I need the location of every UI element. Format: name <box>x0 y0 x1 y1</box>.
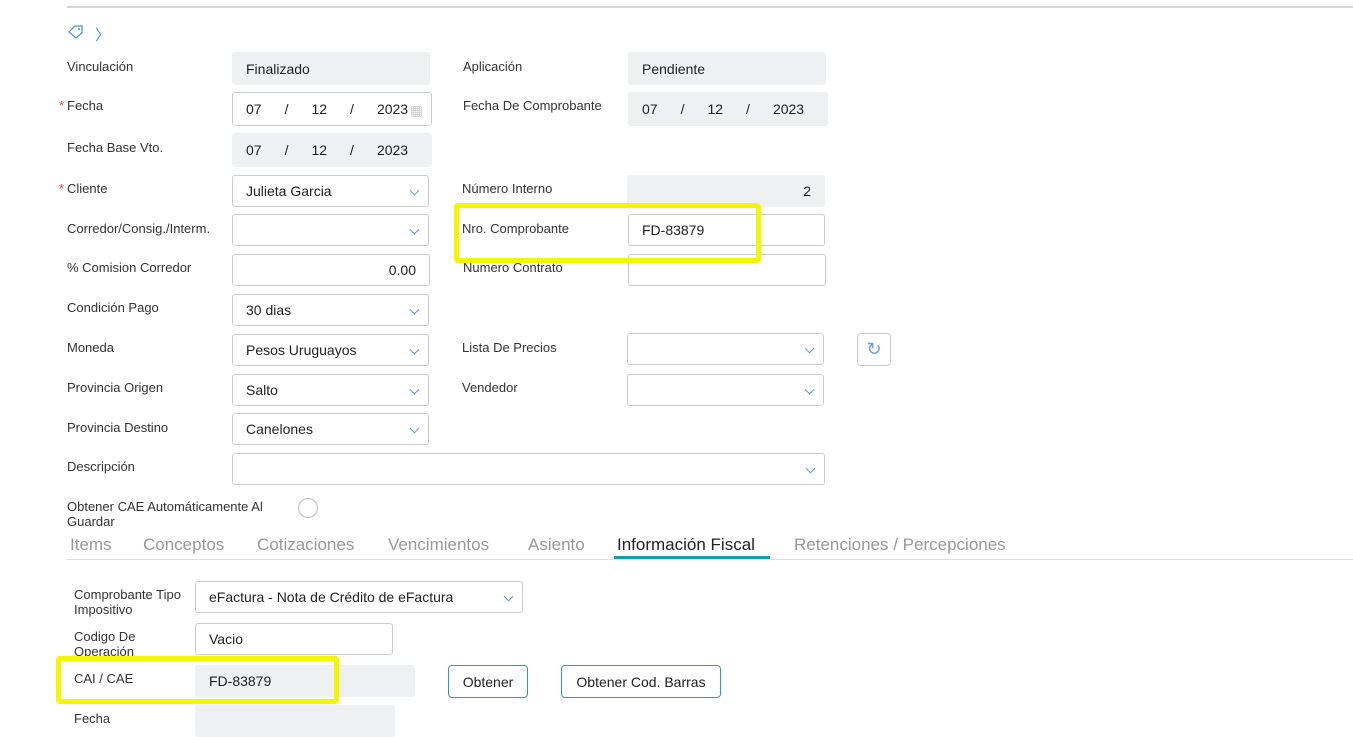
descripcion-label: Descripción <box>67 459 135 474</box>
descripcion-input[interactable] <box>232 453 825 485</box>
month: 12 <box>311 101 328 117</box>
obtener-cae-radio[interactable] <box>298 498 318 518</box>
comision-input[interactable]: 0.00 <box>232 254 430 286</box>
provincia-origen-select[interactable]: Salto <box>232 374 429 406</box>
fecha-fiscal-label: Fecha <box>74 711 111 723</box>
fecha-comprobante-field: 07/12/2023 <box>628 92 828 126</box>
tab-informacion-fiscal[interactable]: Información Fiscal <box>617 535 755 555</box>
provincia-destino-select[interactable]: Canelones <box>232 413 429 445</box>
cliente-select[interactable]: Julieta Garcia <box>232 175 429 207</box>
day: 07 <box>246 101 262 117</box>
corredor-select[interactable] <box>232 214 429 246</box>
tab-items[interactable]: Items <box>70 535 112 555</box>
obtener-button[interactable]: Obtener <box>448 665 528 698</box>
vendedor-label: Vendedor <box>462 380 518 395</box>
condicion-pago-select[interactable]: 30 dias <box>232 294 429 326</box>
tab-cotizaciones[interactable]: Cotizaciones <box>257 535 354 555</box>
comision-label: % Comision Corredor <box>67 260 192 275</box>
tag-icon[interactable] <box>68 25 84 43</box>
obtener-cae-label: Obtener CAE Automáticamente Al Guardar <box>67 499 263 529</box>
corredor-label: Corredor/Consig./Interm. <box>67 221 211 236</box>
fecha-base-field: 07/12/2023 <box>232 133 432 167</box>
fecha-fiscal-field <box>195 705 395 737</box>
highlight-cae <box>56 656 339 704</box>
tabs-divider <box>67 559 1353 560</box>
aplicacion-field: Pendiente <box>628 52 826 85</box>
calendar-icon[interactable]: ▦ <box>410 102 423 119</box>
fecha-input[interactable]: 07/12/2023 ▦ <box>232 92 432 126</box>
lista-precios-select[interactable] <box>627 333 824 365</box>
moneda-label: Moneda <box>67 340 114 355</box>
tipo-impositivo-select[interactable]: eFactura - Nota de Crédito de eFactura <box>195 581 523 613</box>
month: 12 <box>311 142 328 158</box>
tipo-impositivo-label: Comprobante Tipo Impositivo <box>74 587 181 617</box>
vinculacion-field: Finalizado <box>232 52 430 85</box>
codigo-operacion-label: Codigo De Operación <box>74 629 136 659</box>
numero-interno-label: Número Interno <box>462 181 553 196</box>
highlight-nro-comprobante <box>454 203 761 263</box>
tab-vencimientos[interactable]: Vencimientos <box>388 535 489 555</box>
refresh-icon[interactable]: ↻ <box>857 333 891 366</box>
provincia-origen-label: Provincia Origen <box>67 380 164 395</box>
chevron-right-icon[interactable]: 〉 <box>95 24 110 45</box>
moneda-select[interactable]: Pesos Uruguayos <box>232 334 429 366</box>
day: 07 <box>246 142 262 158</box>
lista-precios-label: Lista De Precios <box>462 340 557 355</box>
month: 12 <box>707 101 724 117</box>
obtener-cod-barras-button[interactable]: Obtener Cod. Barras <box>561 665 721 698</box>
tab-conceptos[interactable]: Conceptos <box>143 535 224 555</box>
year: 2023 <box>772 101 805 117</box>
fecha-comprobante-label: Fecha De Comprobante <box>463 98 602 113</box>
year: 2023 <box>376 142 409 158</box>
cliente-label: Cliente <box>59 181 108 196</box>
codigo-operacion-input[interactable]: Vacio <box>195 623 393 655</box>
vendedor-select[interactable] <box>627 374 824 406</box>
aplicacion-label: Aplicación <box>463 59 523 74</box>
fecha-base-label: Fecha Base Vto. <box>67 140 164 155</box>
day: 07 <box>642 101 658 117</box>
tab-retenciones[interactable]: Retenciones / Percepciones <box>794 535 1006 555</box>
fecha-label: Fecha <box>59 98 103 113</box>
active-tab-indicator <box>614 556 770 559</box>
tab-asiento[interactable]: Asiento <box>528 535 585 555</box>
year: 2023 <box>376 101 409 117</box>
provincia-destino-label: Provincia Destino <box>67 420 169 435</box>
vinculacion-label: Vinculación <box>67 59 134 74</box>
top-divider <box>67 6 1353 8</box>
condicion-pago-label: Condición Pago <box>67 300 159 315</box>
